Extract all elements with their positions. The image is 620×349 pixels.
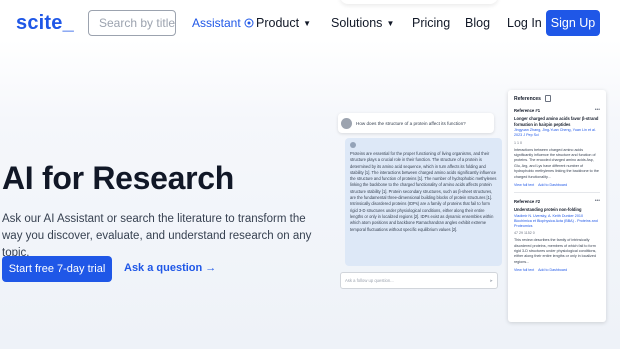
references-heading: References: [514, 95, 600, 102]
signup-button[interactable]: Sign Up: [546, 10, 600, 36]
reference-authors[interactable]: Jingyuan Zhang, Jing-Yuan Cheng, Yuan Li…: [514, 128, 600, 138]
citation-stats: 1 1 0: [514, 140, 522, 145]
nav-assistant-link[interactable]: Assistant: [192, 16, 255, 30]
reference-excerpt: Interactions between charged amino acids…: [514, 147, 599, 179]
reference-label: Reference #1: [514, 108, 541, 113]
add-to-dashboard-link[interactable]: Add to Dashboard: [538, 268, 567, 272]
citation-stats: 47 29 1152 0: [514, 231, 535, 236]
nav-solutions[interactable]: Solutions ▼: [331, 16, 394, 30]
reference-item: Reference #1 ••• Longer charged amino ac…: [514, 107, 600, 194]
nav-assistant-label: Assistant: [192, 16, 241, 30]
user-avatar: [341, 117, 352, 129]
sparkle-icon: [244, 18, 254, 28]
scite-logo[interactable]: scite_: [16, 12, 74, 35]
reference-label: Reference #2: [514, 199, 541, 205]
references-panel: References Reference #1 ••• Longer charg…: [508, 90, 606, 322]
answer-text: Proteins are essential for the proper fu…: [350, 151, 497, 232]
send-icon[interactable]: ➤: [489, 278, 493, 283]
question-text: How does the structure of a protein affe…: [356, 120, 466, 126]
answer-bubble: Proteins are essential for the proper fu…: [345, 138, 502, 266]
question-bubble: How does the structure of a protein affe…: [338, 113, 494, 133]
nav-blog[interactable]: Blog: [465, 16, 490, 30]
references-heading-label: References: [514, 95, 541, 102]
chevron-down-icon: ▼: [303, 18, 312, 28]
hero-description: Ask our AI Assistant or search the liter…: [2, 213, 312, 259]
divider: [514, 192, 600, 194]
ask-question-link[interactable]: Ask a question →: [124, 262, 216, 274]
reference-title[interactable]: Longer charged amino acids favor β-stran…: [514, 116, 600, 127]
start-trial-button[interactable]: Start free 7-day trial: [2, 256, 112, 282]
nav-pricing[interactable]: Pricing: [412, 16, 450, 30]
search-box[interactable]: [88, 10, 176, 36]
view-full-text-link[interactable]: View full text: [514, 268, 534, 272]
reference-excerpt: This review describes the family of intr…: [514, 238, 597, 264]
followup-placeholder: Ask a follow up question...: [345, 278, 394, 283]
search-input[interactable]: [89, 11, 175, 35]
nav-product-label: Product: [256, 16, 300, 30]
top-card-edge: [340, 0, 498, 4]
reference-authors[interactable]: Vladimir N. Uversky, A. Keith Dunker 201…: [514, 214, 600, 230]
chevron-down-icon: ▼: [386, 18, 395, 28]
add-to-dashboard-link[interactable]: Add to Dashboard: [538, 183, 567, 187]
hero-title: AI for Research: [2, 160, 235, 196]
followup-input[interactable]: Ask a follow up question... ➤: [340, 272, 498, 289]
copy-icon[interactable]: [544, 95, 551, 102]
nav-product[interactable]: Product ▼: [256, 16, 311, 30]
nav-solutions-label: Solutions: [331, 16, 383, 30]
view-full-text-link[interactable]: View full text: [514, 183, 534, 187]
more-icon[interactable]: •••: [595, 107, 600, 113]
nav-login[interactable]: Log In: [507, 16, 542, 30]
more-icon[interactable]: •••: [595, 198, 600, 204]
reference-item: Reference #2 ••• Understanding protein n…: [514, 198, 600, 272]
reference-title[interactable]: Understanding protein non-folding: [514, 207, 600, 213]
assistant-icon: [350, 142, 356, 148]
